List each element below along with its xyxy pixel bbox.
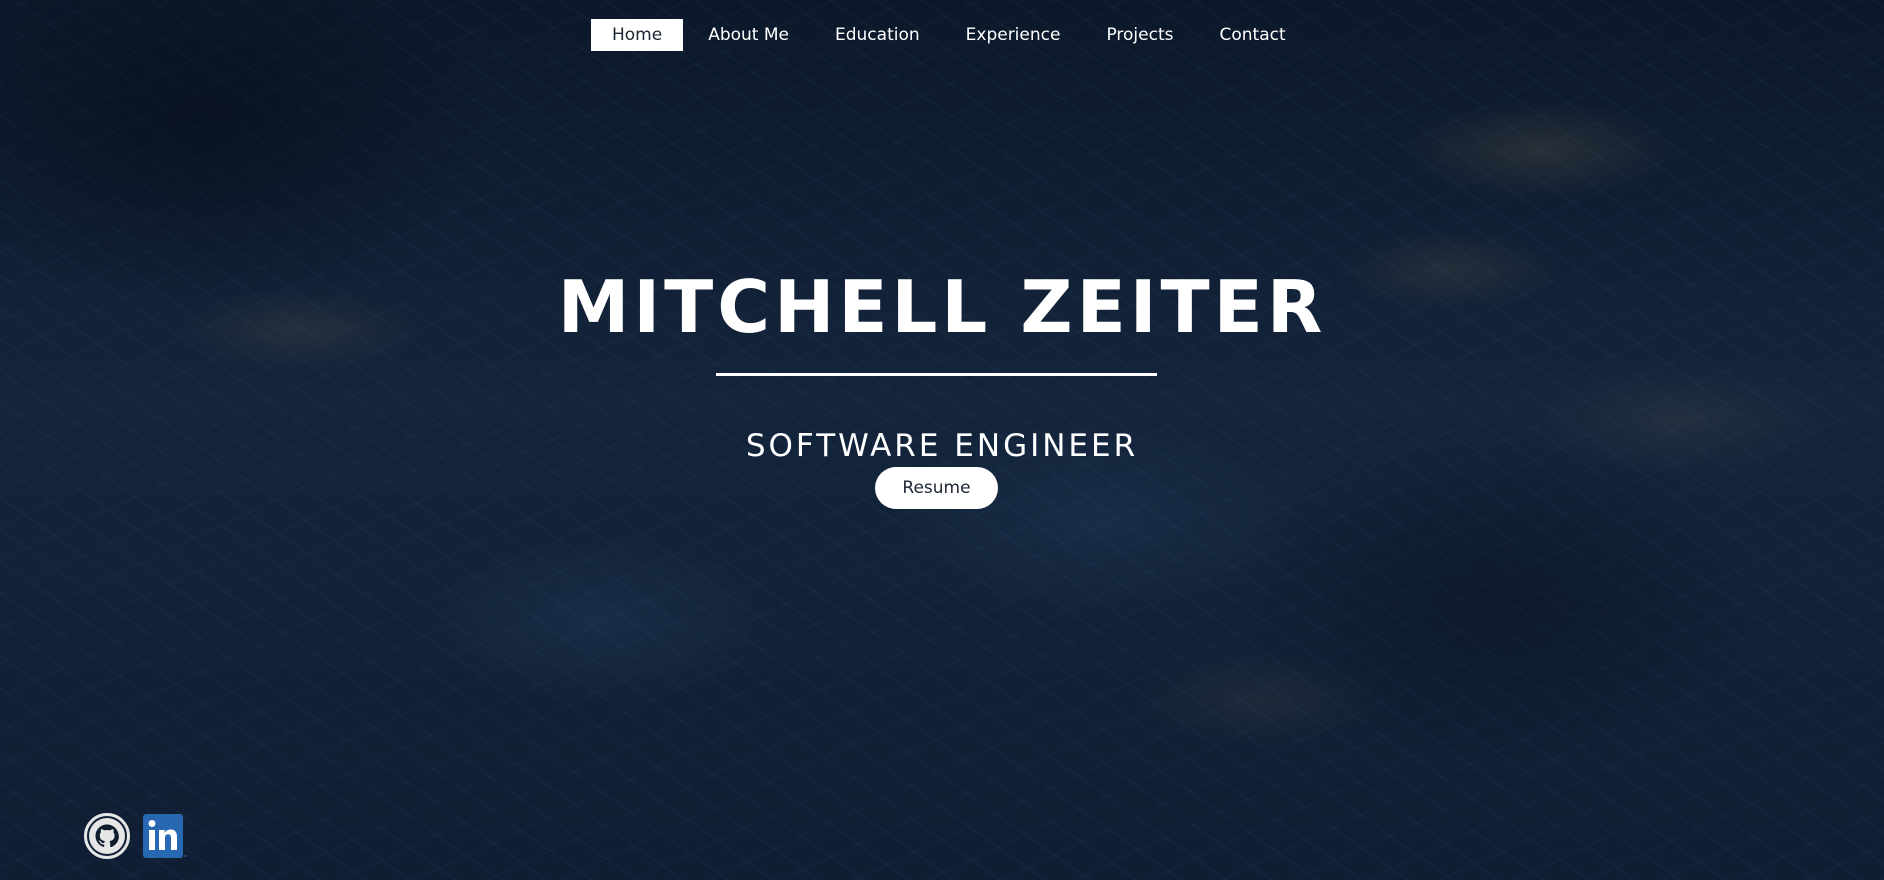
- github-icon[interactable]: [84, 813, 130, 859]
- nav-item-about-me[interactable]: About Me: [687, 19, 810, 51]
- social-links: [84, 813, 188, 859]
- main-nav: Home About Me Education Experience Proje…: [591, 19, 1307, 51]
- nav-item-experience[interactable]: Experience: [945, 19, 1082, 51]
- nav-item-education[interactable]: Education: [814, 19, 941, 51]
- nav-item-contact[interactable]: Contact: [1198, 19, 1306, 51]
- linkedin-icon[interactable]: [142, 813, 188, 859]
- resume-button[interactable]: Resume: [875, 467, 998, 509]
- nav-item-projects[interactable]: Projects: [1085, 19, 1194, 51]
- hero-divider: [716, 373, 1157, 376]
- hero-subtitle: SOFTWARE ENGINEER: [745, 427, 1139, 464]
- hero-name: MITCHELL ZEITER: [557, 265, 1327, 349]
- nav-item-home[interactable]: Home: [591, 19, 684, 51]
